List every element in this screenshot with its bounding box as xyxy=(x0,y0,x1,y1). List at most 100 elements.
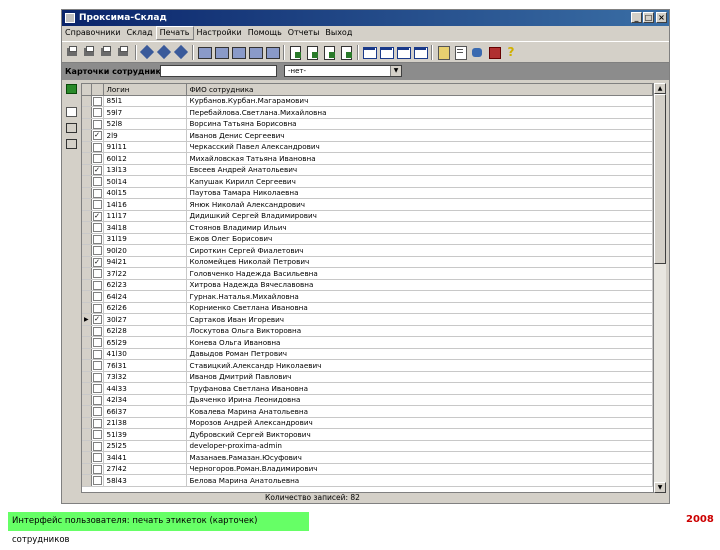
row-checkbox[interactable] xyxy=(92,96,102,106)
row-checkbox[interactable] xyxy=(92,395,102,405)
toolbar-doc-icon-3[interactable] xyxy=(322,45,336,60)
row-checkbox[interactable] xyxy=(92,476,102,485)
row-checkbox[interactable] xyxy=(92,349,102,359)
table-row[interactable]: 73l32 Иванов Дмитрий Павлович xyxy=(82,371,653,383)
toolbar-doc-icon-1[interactable] xyxy=(288,45,302,60)
table-row[interactable]: 62l23 Хитрова Надежда Вячеславовна xyxy=(82,279,653,291)
scroll-down-icon[interactable]: ▼ xyxy=(654,482,666,493)
row-checkbox[interactable] xyxy=(92,453,102,462)
table-row[interactable]: 66l37 Ковалева Марина Анатольевна xyxy=(82,405,653,418)
menu-item-settings[interactable]: Настройки xyxy=(194,26,245,40)
table-row[interactable]: ▶ ✓ 30l27 Сартаков Иван Игоревич xyxy=(82,313,653,326)
table-row[interactable]: 65l29 Конева Ольга Ивановна xyxy=(82,336,653,349)
row-checkbox[interactable] xyxy=(92,177,102,186)
row-checkbox[interactable] xyxy=(92,361,102,370)
help-icon[interactable]: ? xyxy=(504,45,518,59)
toolbar-book-icon[interactable] xyxy=(487,45,501,59)
table-row[interactable]: 42l34 Дьяченко Ирина Леонидовна xyxy=(82,394,653,406)
table-row[interactable]: 64l24 Гурнак.Наталья.Михайловна xyxy=(82,290,653,303)
toolbar-grid-icon-4[interactable] xyxy=(413,45,428,59)
toolbar-doc-icon-2[interactable] xyxy=(305,45,319,60)
copy-icon[interactable] xyxy=(66,123,77,133)
row-checkbox[interactable] xyxy=(92,441,102,451)
row-checkbox[interactable]: ✓ xyxy=(92,165,102,175)
toolbar-grid-icon-3[interactable] xyxy=(396,45,411,59)
row-checkbox[interactable] xyxy=(92,188,102,198)
chevron-down-icon[interactable]: ▼ xyxy=(390,66,401,76)
toolbar-print-icon-1[interactable] xyxy=(66,45,80,59)
toolbar-table-icon-2[interactable] xyxy=(214,45,229,59)
toolbar-print-icon-3[interactable] xyxy=(100,45,114,59)
excel-icon[interactable] xyxy=(66,84,77,94)
row-checkbox[interactable] xyxy=(92,246,102,255)
toolbar-edit-icon-1[interactable] xyxy=(139,44,155,60)
scroll-up-icon[interactable]: ▲ xyxy=(654,83,666,94)
table-row[interactable]: ✓ 13l13 Евсеев Андрей Анатольевич xyxy=(82,164,653,176)
close-button[interactable]: × xyxy=(656,12,667,23)
row-checkbox[interactable] xyxy=(92,280,102,290)
table-row[interactable]: 60l12 Михайловская Татьяна Ивановна xyxy=(82,152,653,165)
row-checkbox[interactable] xyxy=(92,223,102,232)
row-checkbox[interactable] xyxy=(92,269,102,278)
table-row[interactable]: 37l22 Головченко Надежда Васильевна xyxy=(82,267,653,280)
scroll-thumb[interactable] xyxy=(654,94,666,264)
toolbar-print-icon-2[interactable] xyxy=(83,45,97,59)
table-row[interactable]: 62l28 Лоскутова Ольга Викторовна xyxy=(82,325,653,337)
maximize-button[interactable]: □ xyxy=(643,12,654,23)
row-checkbox[interactable] xyxy=(92,326,102,336)
row-checkbox[interactable]: ✓ xyxy=(92,131,102,140)
toolbar-edit-icon-3[interactable] xyxy=(173,44,189,60)
table-row[interactable]: 50l14 Капушак Кирилл Сергеевич xyxy=(82,175,653,188)
toolbar-edit-icon-2[interactable] xyxy=(156,44,172,60)
row-checkbox[interactable] xyxy=(92,142,102,152)
table-row[interactable]: ✓ 2l9 Иванов Денис Сергеевич xyxy=(82,129,653,142)
table-row[interactable]: ✓ 11l17 Дидишкий Сергей Владимирович xyxy=(82,210,653,222)
table-row[interactable]: 51l39 Дубровский Сергей Викторович xyxy=(82,428,653,441)
table-row[interactable]: 34l18 Стоянов Владимир Ильич xyxy=(82,221,653,234)
row-checkbox[interactable] xyxy=(92,464,102,474)
toolbar-table-icon-1[interactable] xyxy=(197,45,212,59)
row-checkbox[interactable] xyxy=(92,292,102,301)
row-checkbox[interactable] xyxy=(92,154,102,163)
row-checkbox[interactable] xyxy=(92,108,102,117)
toolbar-table-icon-4[interactable] xyxy=(248,45,263,59)
row-checkbox[interactable] xyxy=(92,418,102,428)
label-icon[interactable] xyxy=(66,107,77,117)
filter-search-input[interactable] xyxy=(160,65,277,77)
table-row[interactable]: 90l20 Сироткин Сергей Фиалетович xyxy=(82,244,653,257)
table-row[interactable]: 31l19 Ежов Олег Борисович xyxy=(82,233,653,245)
row-checkbox[interactable]: ✓ xyxy=(92,257,102,267)
paste-icon[interactable] xyxy=(66,139,77,149)
menu-item-help[interactable]: Помощь xyxy=(245,26,285,40)
table-row[interactable]: 41l30 Давыдов Роман Петрович xyxy=(82,348,653,360)
table-row[interactable]: 58l43 Белова Марина Анатольевна xyxy=(82,474,653,487)
row-checkbox[interactable] xyxy=(92,372,102,382)
row-checkbox[interactable] xyxy=(92,200,102,209)
toolbar-doc-icon-4[interactable] xyxy=(339,45,353,60)
toolbar-table-icon-3[interactable] xyxy=(231,45,246,59)
table-row[interactable]: 91l11 Черкасский Павел Александрович xyxy=(82,141,653,153)
table-row[interactable]: 59l7 Перебайлова.Светлана.Михайловна xyxy=(82,106,653,119)
minimize-button[interactable]: _ xyxy=(631,12,642,23)
row-checkbox[interactable]: ✓ xyxy=(92,315,102,324)
toolbar-database-icon[interactable] xyxy=(470,45,484,59)
row-checkbox[interactable] xyxy=(92,338,102,347)
menu-item-references[interactable]: Справочники xyxy=(62,26,124,40)
row-checkbox[interactable] xyxy=(92,234,102,244)
menu-item-reports[interactable]: Отчеты xyxy=(285,26,323,40)
row-checkbox[interactable] xyxy=(92,407,102,416)
table-row[interactable]: ✓ 94l21 Коломейцев Николай Петрович xyxy=(82,256,653,268)
toolbar-print-icon-4[interactable] xyxy=(117,45,131,59)
toolbar-report-icon[interactable] xyxy=(453,45,467,60)
filter-select[interactable]: -нет- ▼ xyxy=(284,65,402,77)
table-row[interactable]: 21l38 Морозов Андрей Александрович xyxy=(82,417,653,429)
menu-item-warehouse[interactable]: Склад xyxy=(124,26,156,40)
header-name[interactable]: ФИО сотрудника xyxy=(186,84,653,96)
row-checkbox[interactable] xyxy=(92,303,102,313)
table-row[interactable]: 25l25 developer-proxima-admin xyxy=(82,440,653,452)
toolbar-export-icon[interactable] xyxy=(436,45,450,60)
menu-item-exit[interactable]: Выход xyxy=(322,26,355,40)
row-checkbox[interactable] xyxy=(92,384,102,393)
header-login[interactable]: Логин xyxy=(103,84,187,96)
table-row[interactable]: 85l1 Курбанов.Курбан.Магарамович xyxy=(82,95,653,107)
